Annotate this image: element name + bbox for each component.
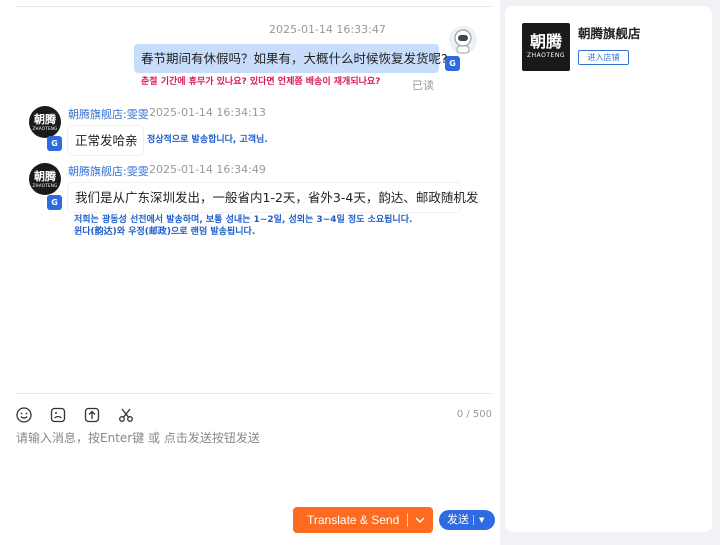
avatar-logo-text: 朝腾 xyxy=(34,170,56,183)
outgoing-message-bubble: 春节期间有休假吗？如果有，大概什么时候恢复发货呢? xyxy=(134,44,448,73)
shop-logo-text: 朝腾 xyxy=(529,32,562,51)
incoming-message-bubble: 我们是从广东深圳发出，一般省内1-2天，省外3-4天，韵达、邮政随机发 xyxy=(68,183,478,212)
incoming-message-bubble: 正常发哈亲 xyxy=(68,126,143,155)
divider xyxy=(407,513,408,527)
scissors-icon[interactable] xyxy=(117,406,135,424)
outgoing-translation: 춘절 기간에 휴무가 있나요? 있다면 언제쯤 배송이 재개되나요? xyxy=(141,77,381,87)
translate-send-button[interactable]: Translate & Send xyxy=(293,507,433,533)
message-timestamp: 2025-01-14 16:34:13 xyxy=(149,106,266,119)
message-timestamp: 2025-01-14 16:34:49 xyxy=(149,163,266,176)
shop-info-panel: 朝腾 ZHAOTENG 朝腾旗舰店 进入店铺 xyxy=(505,6,712,532)
translate-icon[interactable]: G xyxy=(47,136,62,151)
translate-icon[interactable]: G xyxy=(47,195,62,210)
chat-panel: 2025-01-14 16:33:47 G 春节期间有休假吗？如果有，大概什么时… xyxy=(0,0,500,545)
incoming-translation: 정상적으로 발송합니다, 고객님. xyxy=(147,135,268,145)
emoji-icon[interactable] xyxy=(15,406,33,424)
divider xyxy=(16,393,492,394)
image-icon[interactable] xyxy=(49,406,67,424)
sender-name: 朝腾旗舰店:雯雯 xyxy=(68,108,149,121)
send-button[interactable]: 发送 ▼ xyxy=(439,510,495,530)
shop-avatar[interactable]: 朝腾 ZHAOTENG xyxy=(29,163,61,195)
send-label: 发送 xyxy=(447,513,469,526)
shop-logo: 朝腾 ZHAOTENG xyxy=(522,23,570,71)
message-input[interactable]: 请输入消息，按Enter键 或 点击发送按钮发送 xyxy=(16,429,260,446)
shop-name: 朝腾旗舰店 xyxy=(578,26,641,41)
shop-avatar[interactable]: 朝腾 ZHAOTENG xyxy=(29,106,61,138)
user-avatar[interactable] xyxy=(449,26,477,54)
read-status: 已读 xyxy=(412,79,434,92)
avatar-logo-subtext: ZHAOTENG xyxy=(32,183,58,188)
astronaut-icon xyxy=(449,26,477,54)
divider xyxy=(473,515,474,525)
char-count: 0 / 500 xyxy=(456,409,492,420)
shop-logo-subtext: ZHAOTENG xyxy=(527,52,565,59)
avatar-logo-subtext: ZHAOTENG xyxy=(32,126,58,131)
avatar-logo-text: 朝腾 xyxy=(34,113,56,126)
incoming-translation: 저희는 광동성 선전에서 발송하며, 보통 성내는 1~2일, 성외는 3~4일… xyxy=(74,215,413,225)
divider xyxy=(16,6,492,7)
translate-send-label: Translate & Send xyxy=(307,513,400,527)
upload-icon[interactable] xyxy=(83,406,101,424)
chevron-down-icon[interactable] xyxy=(413,513,427,527)
incoming-translation: 윈다(韵达)와 우정(邮政)으로 랜덤 발송됩니다. xyxy=(74,227,256,237)
message-timestamp: 2025-01-14 16:33:47 xyxy=(269,23,386,36)
sender-name: 朝腾旗舰店:雯雯 xyxy=(68,165,149,178)
enter-shop-button[interactable]: 进入店铺 xyxy=(578,50,629,65)
caret-down-icon[interactable]: ▼ xyxy=(479,510,484,530)
